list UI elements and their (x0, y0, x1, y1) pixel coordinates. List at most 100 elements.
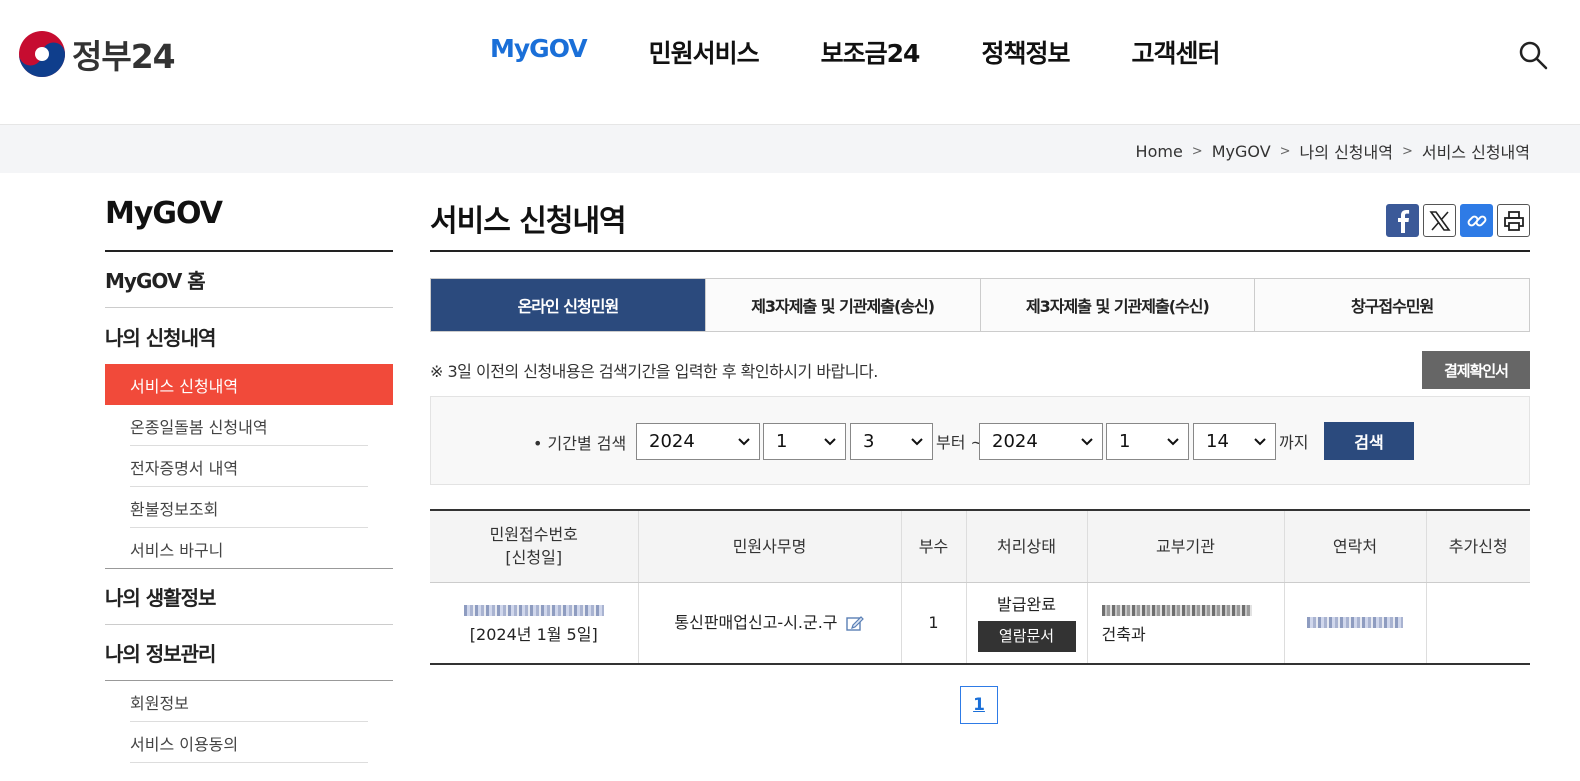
chevron-down-icon (1254, 438, 1266, 446)
sidebar-item-service-applications[interactable]: 서비스 신청내역 (105, 364, 393, 405)
nav-subsidy[interactable]: 보조금24 (821, 34, 921, 70)
search-icon[interactable] (1518, 40, 1548, 70)
redacted-receipt-number (463, 604, 604, 616)
nav-customer-center[interactable]: 고객센터 (1131, 34, 1220, 70)
main-nav: MyGOV 민원서비스 보조금24 정책정보 고객센터 (490, 34, 1281, 70)
chevron-right-icon: > (1279, 143, 1291, 159)
to-month-select[interactable]: 1 (1106, 423, 1189, 460)
site-logo[interactable]: 정부24 (18, 30, 176, 78)
breadcrumb-my-applications[interactable]: 나의 신청내역 (1300, 139, 1393, 163)
sidebar: MyGOV MyGOV 홈 나의 신청내역 서비스 신청내역 온종일돌봄 신청내… (105, 196, 393, 763)
breadcrumb: Home > MyGOV > 나의 신청내역 > 서비스 신청내역 (1136, 139, 1530, 163)
main-content: 서비스 신청내역 온라인 신청민원 제3자제출 및 기관제출(송신) 제3자제출… (430, 196, 1530, 724)
sidebar-item-my-applications[interactable]: 나의 신청내역 (105, 308, 393, 364)
breadcrumb-bar: Home > MyGOV > 나의 신청내역 > 서비스 신청내역 (0, 124, 1580, 173)
to-day-select[interactable]: 14 (1193, 423, 1276, 460)
printer-icon (1503, 210, 1524, 231)
sidebar-item-service-consent[interactable]: 서비스 이용동의 (105, 722, 393, 763)
to-day-value: 14 (1206, 431, 1229, 452)
from-suffix: 부터 ~ (936, 433, 984, 452)
status-text: 발급완료 (997, 595, 1056, 615)
from-year-select[interactable]: 2024 (636, 423, 760, 460)
period-search-label: • 기간별 검색 (533, 434, 627, 453)
chevron-down-icon (738, 438, 750, 446)
cell-additional-request (1426, 582, 1530, 665)
view-document-button[interactable]: 열람문서 (977, 621, 1076, 653)
to-suffix: 까지 (1279, 433, 1309, 452)
col-copies: 부수 (901, 510, 967, 583)
col-issuing-agency: 교부기관 (1087, 510, 1285, 583)
applications-table: 민원접수번호 [신청일] 민원사무명 부수 처리상태 교부기관 연락처 추가신청… (430, 509, 1530, 665)
chevron-right-icon: > (1401, 143, 1413, 159)
breadcrumb-service-applications[interactable]: 서비스 신청내역 (1422, 139, 1530, 163)
redacted-agency-name (1101, 604, 1252, 616)
sidebar-item-e-certificates[interactable]: 전자증명서 내역 (105, 446, 393, 487)
cell-apply-date: [2024년 1월 5일] (469, 624, 598, 644)
col-status: 처리상태 (966, 510, 1088, 583)
cell-copies: 1 (901, 582, 967, 665)
chevron-down-icon (1167, 438, 1179, 446)
from-month-value: 1 (776, 431, 788, 452)
tab-third-party-received[interactable]: 제3자제출 및 기관제출(수신) (979, 279, 1255, 331)
col-service-name: 민원사무명 (638, 510, 902, 583)
print-button[interactable] (1497, 204, 1530, 237)
cell-contact (1284, 582, 1427, 665)
share-buttons (1382, 204, 1530, 237)
chevron-down-icon (911, 438, 923, 446)
application-tabs: 온라인 신청민원 제3자제출 및 기관제출(송신) 제3자제출 및 기관제출(수… (430, 278, 1530, 332)
sidebar-item-refund-info[interactable]: 환불정보조회 (105, 487, 393, 528)
search-notice: ※ 3일 이전의 신청내용은 검색기간을 입력한 후 확인하시기 바랍니다. (430, 362, 878, 381)
breadcrumb-home[interactable]: Home (1136, 142, 1183, 161)
chevron-down-icon (824, 438, 836, 446)
nav-policy[interactable]: 정책정보 (981, 34, 1070, 70)
facebook-icon (1397, 209, 1409, 233)
search-button[interactable]: 검색 (1324, 422, 1414, 460)
tab-counter-applications[interactable]: 창구접수민원 (1254, 279, 1529, 331)
payment-confirmation-button[interactable]: 결제확인서 (1422, 351, 1530, 389)
from-year-value: 2024 (649, 431, 695, 452)
taegeuk-logo-icon (19, 31, 65, 77)
col-receipt-number: 민원접수번호 [신청일] (430, 510, 639, 583)
service-name-link[interactable]: 통신판매업신고-시.군.구 (674, 613, 837, 632)
breadcrumb-mygov[interactable]: MyGOV (1212, 142, 1271, 161)
cell-status: 발급완료 열람문서 (966, 582, 1088, 665)
col-apply-date-label: [신청일] (505, 548, 563, 568)
pagination-page-1[interactable]: 1 (960, 686, 998, 724)
nav-civil-service[interactable]: 민원서비스 (649, 34, 760, 70)
link-icon (1467, 215, 1486, 226)
to-year-select[interactable]: 2024 (979, 423, 1103, 460)
period-search-box: • 기간별 검색 2024 1 3 부터 ~ 2024 1 14 까지 검색 (430, 396, 1530, 485)
from-day-select[interactable]: 3 (850, 423, 933, 460)
x-share-button[interactable] (1423, 204, 1456, 237)
sidebar-item-service-basket[interactable]: 서비스 바구니 (105, 528, 393, 569)
page-title: 서비스 신청내역 (430, 196, 1530, 252)
nav-mygov[interactable]: MyGOV (490, 34, 588, 70)
x-logo-icon (1428, 210, 1451, 231)
sidebar-item-life-info[interactable]: 나의 생활정보 (105, 569, 393, 625)
sidebar-title: MyGOV (105, 196, 393, 252)
logo-text: 정부24 (72, 37, 176, 76)
tab-online-applications[interactable]: 온라인 신청민원 (431, 279, 705, 331)
col-receipt-number-label: 민원접수번호 (489, 525, 578, 545)
cell-service-name[interactable]: 통신판매업신고-시.군.구 (638, 582, 902, 665)
chevron-down-icon (1081, 438, 1093, 446)
to-month-value: 1 (1119, 431, 1131, 452)
col-contact: 연락처 (1284, 510, 1427, 583)
redacted-contact (1307, 616, 1403, 628)
sidebar-item-info-management[interactable]: 나의 정보관리 (105, 625, 393, 681)
cell-receipt-number: [2024년 1월 5일] (430, 582, 639, 665)
copy-link-button[interactable] (1460, 204, 1493, 237)
tab-third-party-sent[interactable]: 제3자제출 및 기관제출(송신) (704, 279, 980, 331)
sidebar-item-mygov-home[interactable]: MyGOV 홈 (105, 252, 393, 308)
sidebar-item-allday-care[interactable]: 온종일돌봄 신청내역 (105, 405, 393, 446)
cell-issuing-agency: 건축과 (1087, 582, 1285, 665)
from-month-select[interactable]: 1 (763, 423, 846, 460)
to-year-value: 2024 (992, 431, 1038, 452)
facebook-share-button[interactable] (1386, 204, 1419, 237)
col-additional-request: 추가신청 (1426, 510, 1530, 583)
chevron-right-icon: > (1191, 143, 1203, 159)
table-row: [2024년 1월 5일] 통신판매업신고-시.군.구 1 발급완료 열람문서 … (430, 582, 1530, 665)
site-header: 정부24 MyGOV 민원서비스 보조금24 정책정보 고객센터 (0, 0, 1580, 124)
edit-note-icon[interactable] (845, 614, 865, 632)
sidebar-item-member-info[interactable]: 회원정보 (105, 681, 393, 722)
